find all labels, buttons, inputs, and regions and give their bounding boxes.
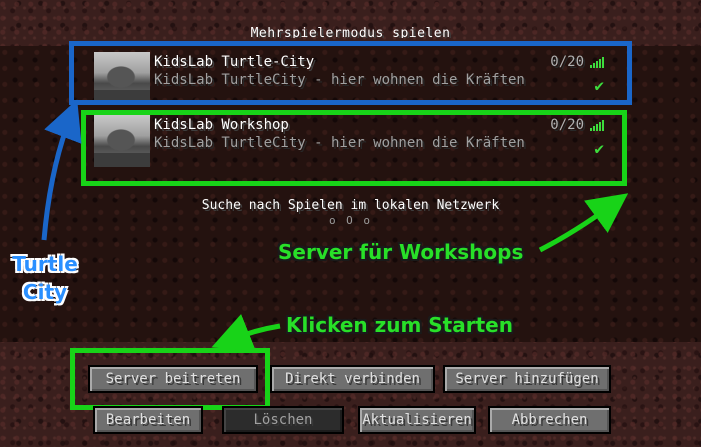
annotation-start-label: Klicken zum Starten [286, 313, 513, 337]
annotation-city-line2: City [22, 280, 68, 304]
lan-scan-text: Suche nach Spielen im lokalen Netzwerk [201, 198, 500, 213]
lan-scan-indicator: o O o [328, 214, 373, 227]
delete-button[interactable]: Löschen [222, 406, 344, 434]
cancel-button[interactable]: Abbrechen [488, 406, 611, 434]
add-server-button[interactable]: Server hinzufügen [443, 365, 611, 393]
direct-connect-button[interactable]: Direkt verbinden [270, 365, 435, 393]
annotation-workshop-label: Server für Workshops [278, 240, 524, 264]
join-server-button[interactable]: Server beitreten [88, 365, 258, 393]
refresh-button[interactable]: Aktualisieren [358, 406, 476, 434]
annotation-box-turtle-city [69, 41, 632, 105]
annotation-turtle-line1: Turtle [12, 252, 78, 276]
edit-button[interactable]: Bearbeiten [93, 406, 203, 434]
annotation-box-workshop [81, 110, 627, 186]
annotation-turtle-city: Turtle City [12, 250, 78, 306]
page-title: Mehrspielermodus spielen [250, 26, 451, 38]
